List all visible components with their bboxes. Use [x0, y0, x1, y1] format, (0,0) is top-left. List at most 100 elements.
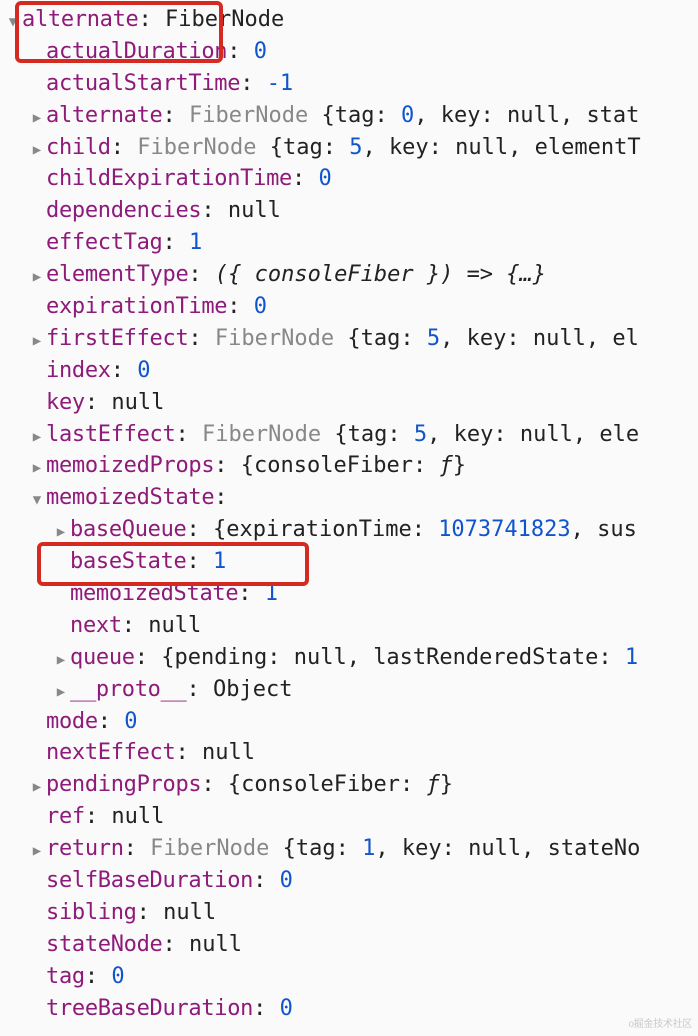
prop-firstEffect[interactable]: firstEffect: FiberNode {tag: 5, key: nul…: [0, 323, 698, 355]
prop-value: {consoleFiber: ƒ}: [241, 453, 466, 478]
prop-key: next: [70, 613, 122, 638]
prop-key: __proto__: [70, 677, 187, 702]
prop-value: 0: [280, 868, 293, 893]
chevron-right-icon[interactable]: [52, 522, 70, 542]
prop-value: 0: [111, 964, 124, 989]
chevron-right-icon[interactable]: [28, 841, 46, 861]
prop-elementType[interactable]: elementType: ({ consoleFiber }) => {…}: [0, 259, 698, 291]
prop-key: memoizedProps: [46, 453, 214, 478]
root-alternate[interactable]: alternate: FiberNode: [0, 4, 698, 36]
prop-value: 5: [349, 135, 362, 160]
prop-value: -1: [267, 71, 294, 96]
prop-value: null: [468, 836, 521, 861]
prop-baseQueue[interactable]: baseQueue: {expirationTime: 1073741823, …: [0, 514, 698, 546]
prop-index[interactable]: index: 0: [0, 355, 698, 387]
prop-value: 0: [124, 709, 137, 734]
prop-memoizedProps[interactable]: memoizedProps: {consoleFiber: ƒ}: [0, 450, 698, 482]
prop-key: memoizedState: [46, 485, 214, 510]
prop-key: index: [46, 358, 111, 383]
prop-key[interactable]: key: null: [0, 387, 698, 419]
prop-value: null: [294, 645, 347, 670]
chevron-right-icon[interactable]: [28, 427, 46, 447]
prop-treeBaseDuration[interactable]: treeBaseDuration: 0: [0, 993, 698, 1025]
prop-ref[interactable]: ref: null: [0, 801, 698, 833]
prop-child[interactable]: child: FiberNode {tag: 5, key: null, ele…: [0, 132, 698, 164]
chevron-right-icon[interactable]: [28, 331, 46, 351]
prop-value: 1: [625, 645, 638, 670]
prop-key: sibling: [46, 900, 137, 925]
chevron-right-icon[interactable]: [28, 108, 46, 128]
prop-key: alternate: [46, 103, 163, 128]
chevron-right-icon[interactable]: [28, 267, 46, 287]
chevron-right-icon[interactable]: [28, 777, 46, 797]
prop-key: ref: [46, 804, 85, 829]
prop-value: null: [533, 326, 586, 351]
prop-key: childExpirationTime: [46, 166, 292, 191]
chevron-right-icon[interactable]: [28, 140, 46, 160]
prop-value: null: [455, 135, 508, 160]
chevron-down-icon[interactable]: [4, 12, 22, 32]
prop-key: elementType: [46, 262, 188, 287]
prop-key: actualStartTime: [46, 71, 240, 96]
prop-key: alternate: [22, 7, 139, 32]
prop-alternate[interactable]: alternate: FiberNode {tag: 0, key: null,…: [0, 100, 698, 132]
prop-value: 1073741823: [438, 517, 570, 542]
prop-key: tag: [46, 964, 85, 989]
prop-key: baseQueue: [70, 517, 187, 542]
type-name: FiberNode: [137, 135, 256, 160]
prop-baseState[interactable]: baseState: 1: [0, 546, 698, 578]
prop-value: null: [111, 390, 164, 415]
chevron-down-icon[interactable]: [28, 490, 46, 510]
prop-key: dependencies: [46, 198, 201, 223]
type-name: FiberNode: [202, 422, 321, 447]
prop-actualDuration[interactable]: actualDuration: 0: [0, 36, 698, 68]
prop-value: 0: [318, 166, 331, 191]
prop-value: 5: [427, 326, 440, 351]
chevron-right-icon[interactable]: [52, 682, 70, 702]
prop-key: selfBaseDuration: [46, 868, 253, 893]
prop-value: Object: [213, 677, 292, 702]
prop-key: queue: [70, 645, 135, 670]
prop-value: 0: [401, 103, 414, 128]
watermark: o掘金技术社区: [629, 1018, 692, 1033]
prop-tag[interactable]: tag: 0: [0, 961, 698, 993]
prop-value: 5: [414, 422, 427, 447]
prop-key: firstEffect: [46, 326, 188, 351]
prop-memoizedState[interactable]: memoizedState:: [0, 482, 698, 514]
prop-key: memoizedState: [70, 581, 238, 606]
prop-key: pendingProps: [46, 772, 201, 797]
prop-key: baseState: [70, 549, 187, 574]
prop-key: lastEffect: [46, 422, 175, 447]
type-name: FiberNode: [189, 103, 308, 128]
prop-__proto__[interactable]: __proto__: Object: [0, 674, 698, 706]
prop-value: 0: [254, 39, 267, 64]
prop-value: 1: [213, 549, 226, 574]
prop-actualStartTime[interactable]: actualStartTime: -1: [0, 68, 698, 100]
prop-pendingProps[interactable]: pendingProps: {consoleFiber: ƒ}: [0, 769, 698, 801]
prop-key: nextEffect: [46, 740, 175, 765]
prop-childExpirationTime[interactable]: childExpirationTime: 0: [0, 163, 698, 195]
prop-stateNode[interactable]: stateNode: null: [0, 929, 698, 961]
type-name: FiberNode: [150, 836, 269, 861]
prop-sibling[interactable]: sibling: null: [0, 897, 698, 929]
prop-queue[interactable]: queue: {pending: null, lastRenderedState…: [0, 642, 698, 674]
prop-key: treeBaseDuration: [46, 996, 253, 1021]
prop-expirationTime[interactable]: expirationTime: 0: [0, 291, 698, 323]
prop-value: 0: [254, 294, 267, 319]
prop-next[interactable]: next: null: [0, 610, 698, 642]
prop-nextEffect[interactable]: nextEffect: null: [0, 737, 698, 769]
prop-effectTag[interactable]: effectTag: 1: [0, 227, 698, 259]
prop-key: actualDuration: [46, 39, 227, 64]
prop-value: 0: [137, 358, 150, 383]
chevron-right-icon[interactable]: [28, 458, 46, 478]
prop-key: expirationTime: [46, 294, 227, 319]
prop-mode[interactable]: mode: 0: [0, 706, 698, 738]
prop-selfBaseDuration[interactable]: selfBaseDuration: 0: [0, 865, 698, 897]
chevron-right-icon[interactable]: [52, 650, 70, 670]
prop-dependencies[interactable]: dependencies: null: [0, 195, 698, 227]
prop-lastEffect[interactable]: lastEffect: FiberNode {tag: 5, key: null…: [0, 419, 698, 451]
prop-key: key: [46, 390, 85, 415]
prop-return[interactable]: return: FiberNode {tag: 1, key: null, st…: [0, 833, 698, 865]
prop-memoizedState[interactable]: memoizedState: 1: [0, 578, 698, 610]
prop-value: null: [163, 900, 216, 925]
